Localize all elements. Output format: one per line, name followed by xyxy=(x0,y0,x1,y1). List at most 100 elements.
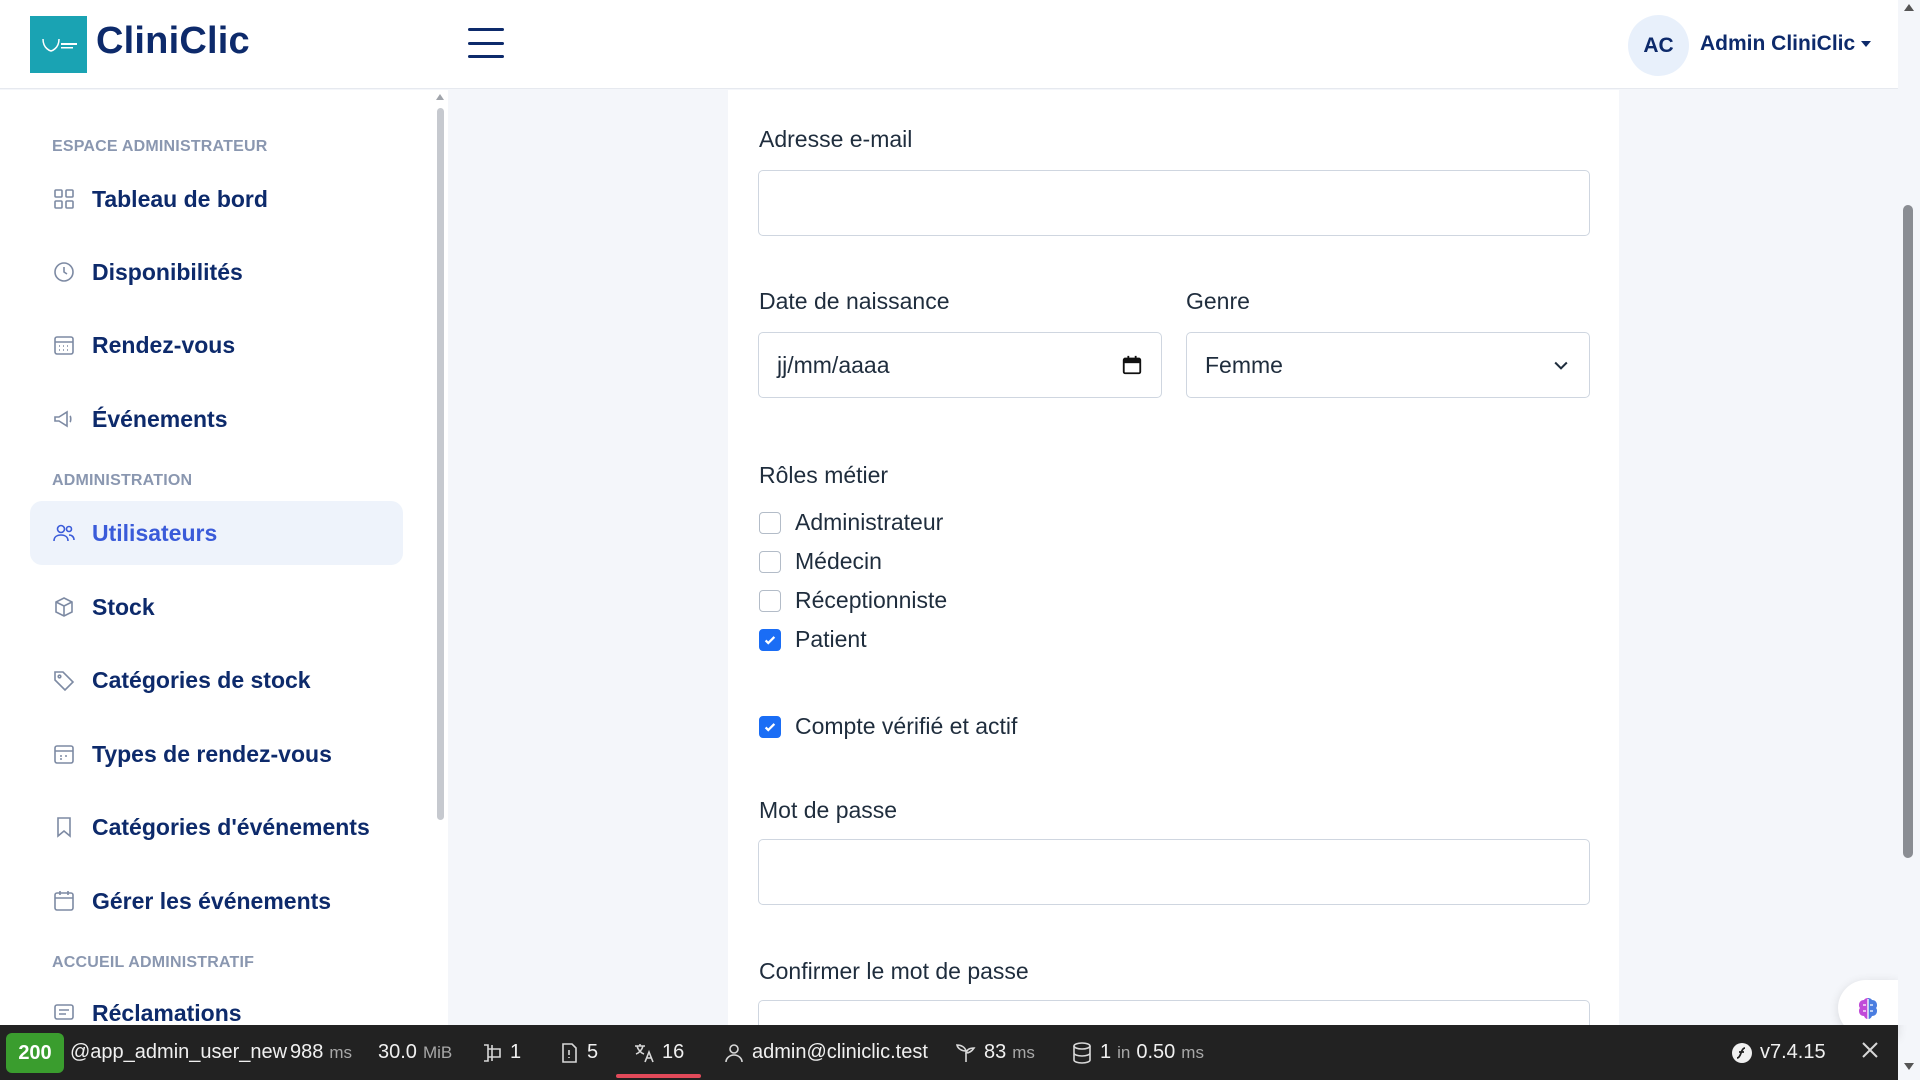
twig-value: 83 xyxy=(984,1041,1007,1063)
translations-count: 16 xyxy=(662,1041,685,1063)
sidebar-item-label: Réclamations xyxy=(92,999,242,1026)
checkbox[interactable] xyxy=(759,550,781,573)
route-name: @app_admin_user_new xyxy=(70,1041,288,1063)
sidebar-scrollbar[interactable] xyxy=(437,108,444,820)
db-queries: 1 xyxy=(1100,1041,1112,1063)
close-toolbar-icon[interactable] xyxy=(1858,1038,1882,1062)
sidebar-scroll-up-icon[interactable] xyxy=(436,94,444,100)
toolbar-symfony[interactable]: v7.4.15 xyxy=(1730,1025,1826,1080)
sidebar-item-label: Stock xyxy=(92,593,155,620)
sidebar-item-gerer-les-evenements[interactable]: Gérer les événements xyxy=(30,869,403,933)
sidebar-item-types-de-rendez-vous[interactable]: Types de rendez-vous xyxy=(30,722,403,786)
sidebar-item-disponibilites[interactable]: Disponibilités xyxy=(30,240,403,304)
symfony-debug-toolbar: 200 @app_admin_user_new 988 ms 30.0 MiB … xyxy=(0,1025,1898,1080)
birthdate-field[interactable]: jj/mm/aaaa xyxy=(758,332,1162,398)
sidebar-item-evenements[interactable]: Événements xyxy=(30,387,403,451)
toolbar-translations[interactable]: 16 xyxy=(632,1025,684,1080)
symfony-logo-icon xyxy=(1732,1042,1752,1063)
scroll-up-icon[interactable] xyxy=(1904,4,1914,11)
brain-icon xyxy=(1859,998,1877,1019)
toolbar-twig[interactable]: 83 ms xyxy=(954,1025,1035,1080)
sidebar-item-utilisateurs[interactable]: Utilisateurs xyxy=(30,501,403,565)
sidebar-item-label: Catégories de stock xyxy=(92,666,311,693)
password-label: Mot de passe xyxy=(759,797,898,823)
toolbar-forms[interactable]: 1 xyxy=(480,1025,521,1080)
twig-icon xyxy=(955,1043,976,1062)
chevron-down-icon xyxy=(1554,361,1568,370)
database-icon xyxy=(1073,1041,1091,1064)
scroll-down-icon[interactable] xyxy=(1904,1063,1914,1070)
toolbar-security[interactable]: admin@cliniclic.test xyxy=(722,1025,928,1080)
tag-icon xyxy=(52,668,76,692)
calendar-dots-icon xyxy=(52,742,76,766)
checkbox-checked[interactable] xyxy=(759,628,781,651)
memory-value: 30.0 xyxy=(378,1041,417,1063)
time-unit: ms xyxy=(329,1042,353,1062)
menu-toggle-button[interactable] xyxy=(468,28,504,58)
sidebar-item-tableau-de-bord[interactable]: Tableau de bord xyxy=(30,167,403,231)
top-header: CliniClic AC Admin CliniClic xyxy=(0,0,1898,89)
logo-icon[interactable] xyxy=(30,16,87,73)
password-field[interactable] xyxy=(758,839,1590,905)
sidebar-item-reclamations[interactable]: Réclamations xyxy=(30,981,403,1025)
role-label: Patient xyxy=(795,626,867,652)
db-time: 0.50 xyxy=(1136,1041,1176,1063)
role-checkbox-receptionniste[interactable]: Réceptionniste xyxy=(759,587,947,614)
email-field[interactable] xyxy=(758,170,1590,236)
status-badge[interactable]: 200 xyxy=(6,1033,64,1073)
sidebar-item-rendez-vous[interactable]: Rendez-vous xyxy=(30,313,403,377)
role-checkbox-patient[interactable]: Patient xyxy=(759,626,867,653)
avatar[interactable]: AC xyxy=(1628,15,1689,76)
twig-unit: ms xyxy=(1012,1042,1035,1062)
user-menu-dropdown[interactable]: Admin CliniClic xyxy=(1700,32,1872,56)
user-icon xyxy=(725,1043,743,1062)
role-label: Médecin xyxy=(795,548,882,574)
role-checkbox-medecin[interactable]: Médecin xyxy=(759,548,882,575)
checkbox[interactable] xyxy=(759,589,781,612)
sidebar-item-label: Disponibilités xyxy=(92,258,243,285)
sidebar-item-label: Événements xyxy=(92,405,228,432)
confirm-password-label: Confirmer le mot de passe xyxy=(759,958,1029,984)
sidebar-section-title: ESPACE ADMINISTRATEUR xyxy=(52,138,268,155)
checkbox[interactable] xyxy=(759,511,781,534)
role-label: Administrateur xyxy=(795,509,944,535)
calendar-icon[interactable] xyxy=(1121,354,1143,376)
birthdate-placeholder: jj/mm/aaaa xyxy=(777,351,890,378)
bookmark-icon xyxy=(52,815,76,839)
calendar-grid-icon xyxy=(52,333,76,357)
sidebar: ESPACE ADMINISTRATEUR Tableau de bord Di… xyxy=(0,90,448,1025)
role-label: Réceptionniste xyxy=(795,587,948,613)
log-icon xyxy=(562,1042,577,1063)
toolbar-logs[interactable]: 5 xyxy=(557,1025,598,1080)
hamburger-line xyxy=(468,55,504,58)
verified-account-checkbox[interactable]: Compte vérifié et actif xyxy=(759,713,1017,740)
active-panel-indicator xyxy=(616,1074,701,1078)
toolbar-time[interactable]: 988 ms xyxy=(290,1025,352,1080)
page-scrollbar-thumb[interactable] xyxy=(1903,205,1913,858)
calendar-icon xyxy=(52,889,76,913)
role-checkbox-administrateur[interactable]: Administrateur xyxy=(759,509,943,536)
brand-name[interactable]: CliniClic xyxy=(96,20,250,63)
caret-down-icon xyxy=(1861,41,1872,47)
gender-label: Genre xyxy=(1186,288,1250,314)
hamburger-line xyxy=(468,41,504,45)
checkbox-checked[interactable] xyxy=(759,715,781,738)
email-label: Adresse e-mail xyxy=(759,126,913,152)
verified-label: Compte vérifié et actif xyxy=(795,713,1018,739)
logs-count: 5 xyxy=(587,1041,599,1063)
db-unit: ms xyxy=(1181,1042,1204,1062)
toolbar-memory[interactable]: 30.0 MiB xyxy=(378,1025,452,1080)
confirm-password-field[interactable] xyxy=(758,1000,1590,1025)
sidebar-section-title: ADMINISTRATION xyxy=(52,472,193,489)
grid-icon xyxy=(52,187,76,211)
sidebar-item-stock[interactable]: Stock xyxy=(30,575,403,639)
megaphone-icon xyxy=(52,407,76,431)
forms-count: 1 xyxy=(510,1041,522,1063)
toolbar-database[interactable]: 1 in 0.50 ms xyxy=(1070,1025,1204,1080)
sidebar-item-categories-de-stock[interactable]: Catégories de stock xyxy=(30,648,403,712)
gender-select[interactable]: Femme xyxy=(1186,332,1590,398)
toolbar-route[interactable]: @app_admin_user_new xyxy=(70,1025,287,1080)
sidebar-item-label: Types de rendez-vous xyxy=(92,740,332,767)
current-user: admin@cliniclic.test xyxy=(752,1041,928,1063)
sidebar-item-categories-evenements[interactable]: Catégories d'événements xyxy=(30,795,403,859)
